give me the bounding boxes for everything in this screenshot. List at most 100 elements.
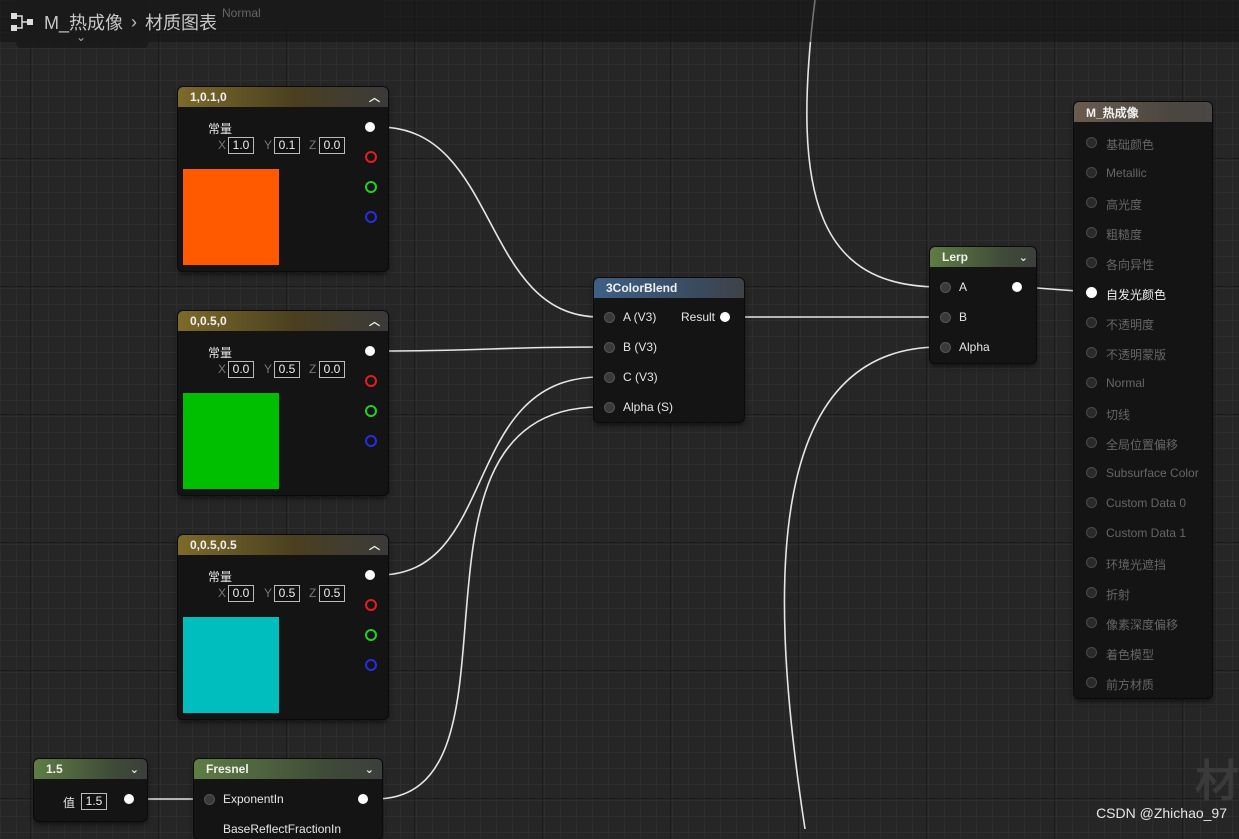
output-pin[interactable] bbox=[124, 794, 134, 804]
material-input-pin[interactable] bbox=[1086, 347, 1097, 358]
chevron-down-icon[interactable]: ⌄ bbox=[1019, 251, 1028, 264]
breadcrumb: M_热成像 › 材质图表 bbox=[10, 8, 217, 36]
y-value-field[interactable]: 0.5 bbox=[274, 361, 300, 378]
chevron-down-icon[interactable]: ⌄ bbox=[130, 763, 139, 776]
x-value-field[interactable]: 0.0 bbox=[228, 585, 254, 602]
output-pin-b[interactable] bbox=[365, 659, 377, 671]
material-input-label: 着色模型 bbox=[1106, 648, 1155, 662]
node-title: Lerp bbox=[942, 250, 969, 264]
x-value-field[interactable]: 0.0 bbox=[228, 361, 254, 378]
constant-node-header[interactable]: 0,0.5,0 ︿ bbox=[178, 311, 388, 331]
output-pin-r[interactable] bbox=[365, 599, 377, 611]
material-input-pin[interactable] bbox=[1086, 137, 1097, 148]
collapse-icon[interactable]: ︿ bbox=[369, 89, 380, 105]
output-pin-r[interactable] bbox=[365, 375, 377, 387]
material-node-header[interactable]: M_热成像 bbox=[1074, 102, 1212, 122]
material-input-pin[interactable] bbox=[1086, 377, 1097, 388]
lerp-node-header[interactable]: Lerp ⌄ bbox=[930, 247, 1036, 267]
input-label-b: B (V3) bbox=[623, 340, 658, 354]
input-pin-a[interactable] bbox=[604, 312, 615, 323]
scalar-node-header[interactable]: 1.5 ⌄ bbox=[34, 759, 147, 779]
material-input-label: Custom Data 0 bbox=[1106, 496, 1187, 510]
input-pin-c[interactable] bbox=[604, 372, 615, 383]
corner-glyph: 材 bbox=[1195, 757, 1239, 806]
z-value-field[interactable]: 0.0 bbox=[319, 137, 345, 154]
material-input-pin[interactable] bbox=[1086, 407, 1097, 418]
constant-node-3[interactable]: 0,0.5,0.5 ︿ 常量 X 0.0 Y 0.5 Z 0.5 bbox=[178, 535, 388, 719]
constant-node-2[interactable]: 0,0.5,0 ︿ 常量 X 0.0 Y 0.5 Z 0.0 bbox=[178, 311, 388, 495]
input-label-b: B bbox=[959, 310, 968, 324]
fresnel-node-header[interactable]: Fresnel ⌄ bbox=[194, 759, 382, 779]
blend-node-header[interactable]: 3ColorBlend bbox=[594, 278, 744, 298]
z-value-field[interactable]: 0.0 bbox=[319, 361, 345, 378]
scalar-node[interactable]: 1.5 ⌄ 值 1.5 bbox=[34, 759, 147, 821]
scalar-value-field[interactable]: 1.5 bbox=[81, 793, 107, 810]
collapse-icon[interactable]: ︿ bbox=[369, 313, 380, 329]
background-node-text: Normal bbox=[222, 6, 261, 20]
material-input-label: 折射 bbox=[1106, 588, 1131, 602]
output-pin-r[interactable] bbox=[365, 151, 377, 163]
material-result-node[interactable]: M_热成像 基础颜色 Metallic 高光度 粗糙度 各向异性 自发光颜色 不透明度 不透明… bbox=[1074, 102, 1212, 698]
material-input-label: 不透明蒙版 bbox=[1106, 348, 1167, 362]
output-pin-result[interactable] bbox=[720, 312, 730, 322]
y-value-field[interactable]: 0.5 bbox=[274, 585, 300, 602]
material-input-pin[interactable] bbox=[1086, 677, 1097, 688]
axis-y-label: Y bbox=[264, 586, 273, 600]
material-input-pin[interactable] bbox=[1086, 437, 1097, 448]
material-input-label: 全局位置偏移 bbox=[1106, 438, 1179, 452]
breadcrumb-section[interactable]: 材质图表 bbox=[145, 9, 217, 35]
y-value-field[interactable]: 0.1 bbox=[274, 137, 300, 154]
material-input-pin[interactable] bbox=[1086, 257, 1097, 268]
fresnel-node[interactable]: Fresnel ⌄ ExponentIn BaseReflectFraction… bbox=[194, 759, 382, 839]
material-input-pin[interactable] bbox=[1086, 197, 1097, 208]
input-pin-exponent[interactable] bbox=[204, 794, 215, 805]
material-input-pin[interactable] bbox=[1086, 227, 1097, 238]
material-input-label: 自发光颜色 bbox=[1106, 288, 1167, 302]
color-preview-swatch bbox=[183, 169, 279, 265]
input-pin-b[interactable] bbox=[604, 342, 615, 353]
node-title: M_热成像 bbox=[1086, 105, 1139, 120]
chevron-down-icon[interactable]: ⌄ bbox=[365, 763, 374, 776]
three-color-blend-node[interactable]: 3ColorBlend A (V3) B (V3) C (V3) Alpha (… bbox=[594, 278, 744, 422]
output-pin-rgb[interactable] bbox=[365, 570, 375, 580]
constant-node-header[interactable]: 0,0.5,0.5 ︿ bbox=[178, 535, 388, 555]
output-pin-g[interactable] bbox=[365, 405, 377, 417]
output-pin-b[interactable] bbox=[365, 211, 377, 223]
material-input-pin[interactable] bbox=[1086, 467, 1097, 478]
z-value-field[interactable]: 0.5 bbox=[319, 585, 345, 602]
input-pin-a[interactable] bbox=[940, 282, 951, 293]
breadcrumb-asset[interactable]: M_热成像 bbox=[44, 9, 123, 35]
output-pin-rgb[interactable] bbox=[365, 346, 375, 356]
material-input-pin[interactable] bbox=[1086, 587, 1097, 598]
material-input-pin[interactable] bbox=[1086, 317, 1097, 328]
material-input-pin[interactable] bbox=[1086, 557, 1097, 568]
material-input-pin[interactable] bbox=[1086, 647, 1097, 658]
input-pin-alpha[interactable] bbox=[604, 402, 615, 413]
wire-const2-to-blend-b bbox=[378, 346, 601, 352]
output-pin-g[interactable] bbox=[365, 629, 377, 641]
material-input-label: Subsurface Color bbox=[1106, 466, 1199, 480]
input-label-exponent: ExponentIn bbox=[223, 792, 284, 806]
input-pin-alpha[interactable] bbox=[940, 342, 951, 353]
material-input-pin[interactable] bbox=[1086, 167, 1097, 178]
axis-y-label: Y bbox=[264, 362, 273, 376]
output-pin-b[interactable] bbox=[365, 435, 377, 447]
constant-node-header[interactable]: 1,0.1,0 ︿ bbox=[178, 87, 388, 107]
input-pin-b[interactable] bbox=[940, 312, 951, 323]
output-pin[interactable] bbox=[358, 794, 368, 804]
material-input-pin[interactable] bbox=[1086, 497, 1097, 508]
output-pin-rgb[interactable] bbox=[365, 122, 375, 132]
output-pin[interactable] bbox=[1012, 282, 1022, 292]
material-input-label: 各向异性 bbox=[1106, 258, 1155, 272]
constant-node-1[interactable]: 1,0.1,0 ︿ 常量 X 1.0 Y 0.1 Z 0.0 bbox=[178, 87, 388, 271]
material-input-pin[interactable] bbox=[1086, 527, 1097, 538]
output-label-result: Result bbox=[681, 310, 716, 324]
material-input-pin[interactable] bbox=[1086, 287, 1097, 298]
material-input-pin[interactable] bbox=[1086, 617, 1097, 628]
color-preview-swatch bbox=[183, 617, 279, 713]
output-pin-g[interactable] bbox=[365, 181, 377, 193]
node-title: 0,0.5,0.5 bbox=[190, 538, 237, 552]
collapse-icon[interactable]: ︿ bbox=[369, 537, 380, 553]
x-value-field[interactable]: 1.0 bbox=[228, 137, 254, 154]
lerp-node[interactable]: Lerp ⌄ A B Alpha bbox=[930, 247, 1036, 363]
